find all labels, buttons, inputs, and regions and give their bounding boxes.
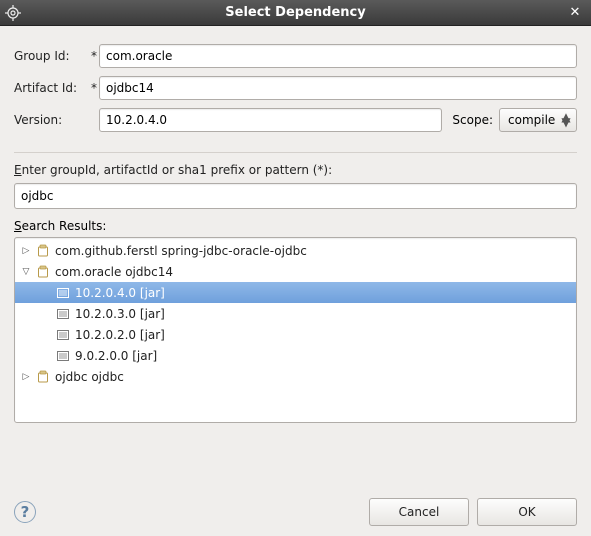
ok-button[interactable]: OK <box>477 498 577 526</box>
tree-version-row[interactable]: 10.2.0.4.0 [jar] <box>15 282 576 303</box>
tree-version-label: 10.2.0.2.0 [jar] <box>75 328 165 342</box>
jar-icon <box>35 369 51 385</box>
tree-group-row[interactable]: ▷ ojdbc ojdbc <box>15 366 576 387</box>
artifact-id-input[interactable] <box>99 76 577 100</box>
window-title: Select Dependency <box>0 5 591 20</box>
version-label: Version: <box>14 113 89 127</box>
help-icon[interactable]: ? <box>14 501 36 523</box>
close-icon[interactable]: ✕ <box>567 5 583 21</box>
search-results-label: Search Results: <box>14 219 577 233</box>
group-id-input[interactable] <box>99 44 577 68</box>
tree-version-row[interactable]: 10.2.0.2.0 [jar] <box>15 324 576 345</box>
version-input[interactable] <box>99 108 442 132</box>
group-id-row: Group Id: * <box>14 44 577 68</box>
version-icon <box>55 306 71 322</box>
tree-group-row[interactable]: ▷ com.github.ferstl spring-jdbc-oracle-oj… <box>15 240 576 261</box>
artifact-id-label: Artifact Id: <box>14 81 89 95</box>
tree-version-label: 10.2.0.3.0 [jar] <box>75 307 165 321</box>
scope-value: compile <box>508 113 560 127</box>
expand-toggle-icon[interactable]: ▽ <box>19 267 33 277</box>
version-icon <box>55 327 71 343</box>
tree-version-label: 10.2.0.4.0 [jar] <box>75 286 165 300</box>
search-hint: Enter groupId, artifactId or sha1 prefix… <box>14 163 577 177</box>
expand-toggle-icon[interactable]: ▷ <box>19 372 33 382</box>
app-icon <box>4 4 22 22</box>
tree-version-label: 9.0.2.0.0 [jar] <box>75 349 157 363</box>
scope-select[interactable]: compile ▲▼ <box>499 108 577 132</box>
separator <box>14 152 577 153</box>
jar-icon <box>35 243 51 259</box>
version-row: Version: Scope: compile ▲▼ <box>14 108 577 132</box>
dialog-footer: ? Cancel OK <box>14 486 577 526</box>
dialog-content: Group Id: * Artifact Id: * Version: Scop… <box>0 26 591 536</box>
version-icon <box>55 348 71 364</box>
scope-label: Scope: <box>452 113 493 127</box>
stepper-icon: ▲▼ <box>560 115 572 125</box>
tree-group-label: ojdbc ojdbc <box>55 370 124 384</box>
search-input[interactable] <box>14 183 577 209</box>
button-bar: Cancel OK <box>369 498 577 526</box>
jar-icon <box>35 264 51 280</box>
tree-group-label: com.oracle ojdbc14 <box>55 265 173 279</box>
tree-group-row[interactable]: ▽ com.oracle ojdbc14 <box>15 261 576 282</box>
tree-version-row[interactable]: 9.0.2.0.0 [jar] <box>15 345 576 366</box>
search-results-tree[interactable]: ▷ com.github.ferstl spring-jdbc-oracle-oj… <box>14 237 577 423</box>
group-id-label: Group Id: <box>14 49 89 63</box>
version-icon <box>55 285 71 301</box>
required-mark: * <box>89 49 99 63</box>
title-bar: Select Dependency ✕ <box>0 0 591 26</box>
tree-version-row[interactable]: 10.2.0.3.0 [jar] <box>15 303 576 324</box>
artifact-id-row: Artifact Id: * <box>14 76 577 100</box>
cancel-button[interactable]: Cancel <box>369 498 469 526</box>
tree-group-label: com.github.ferstl spring-jdbc-oracle-ojd… <box>55 244 307 258</box>
expand-toggle-icon[interactable]: ▷ <box>19 246 33 256</box>
required-mark: * <box>89 81 99 95</box>
